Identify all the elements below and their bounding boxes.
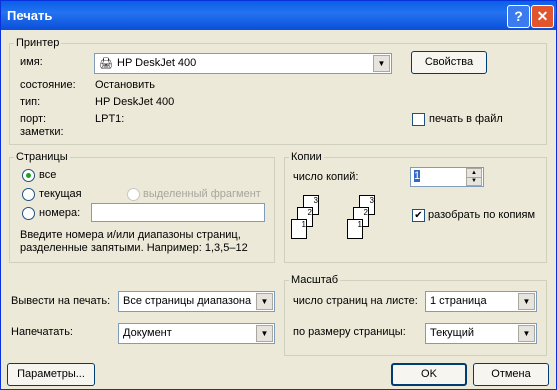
- print-dialog: Печать ? ✕ Принтер имя: 🖨 HP DeskJet 400…: [0, 0, 557, 390]
- window-title: Печать: [7, 8, 53, 23]
- printer-name-value: HP DeskJet 400: [117, 57, 197, 69]
- printer-icon: 🖨: [99, 58, 113, 70]
- ok-button[interactable]: OK: [391, 363, 467, 386]
- print-what-label: Вывести на печать:: [11, 295, 111, 307]
- fit-to-page-label: по размеру страницы:: [293, 326, 406, 338]
- fit-to-page-select[interactable]: Текущий ▼: [425, 323, 537, 344]
- close-button[interactable]: ✕: [531, 5, 554, 28]
- chevron-down-icon[interactable]: ▼: [256, 325, 273, 342]
- pages-hint-line2: разделенные запятыми. Например: 1,3,5–12: [20, 242, 248, 254]
- status-label: состояние:: [20, 79, 76, 91]
- title-bar: Печать ? ✕: [1, 1, 556, 30]
- port-label: порт:: [20, 113, 47, 125]
- print-label: Напечатать:: [11, 326, 73, 338]
- chevron-down-icon[interactable]: ▼: [518, 293, 535, 310]
- properties-button[interactable]: Свойства: [411, 51, 487, 74]
- notes-label: заметки:: [20, 126, 64, 138]
- spin-down-icon[interactable]: ▼: [466, 177, 482, 186]
- radio-numbers[interactable]: [22, 207, 35, 220]
- print-to-file-label: печать в файл: [429, 113, 503, 125]
- print-what-select[interactable]: Все страницы диапазона ▼: [118, 291, 275, 312]
- pages-per-sheet-label: число страниц на листе:: [293, 295, 418, 307]
- copies-legend: Копии: [291, 151, 322, 163]
- cancel-button[interactable]: Отмена: [473, 363, 549, 386]
- radio-current[interactable]: [22, 188, 35, 201]
- collate-label: разобрать по копиям: [428, 209, 536, 221]
- printer-name-label: имя:: [20, 56, 43, 68]
- page-sheet: 1: [347, 219, 363, 239]
- scale-legend: Масштаб: [291, 274, 339, 286]
- type-label: тип:: [20, 96, 41, 108]
- radio-all[interactable]: [22, 169, 35, 182]
- print-what-value: Все страницы диапазона: [123, 295, 252, 307]
- port-value: LPT1:: [95, 113, 125, 125]
- copies-count-value: 1: [414, 170, 421, 182]
- radio-current-label: текущая: [39, 188, 82, 200]
- page-sheet: 1: [291, 219, 307, 239]
- options-button[interactable]: Параметры...: [7, 363, 95, 386]
- status-value: Остановить: [95, 79, 156, 91]
- radio-selection[interactable]: [127, 188, 140, 201]
- chevron-down-icon[interactable]: ▼: [518, 325, 535, 342]
- copies-count-input[interactable]: 1 ▲ ▼: [410, 167, 484, 187]
- pages-per-sheet-value: 1 страница: [430, 295, 487, 307]
- type-value: HP DeskJet 400: [95, 96, 175, 108]
- printer-select[interactable]: 🖨 HP DeskJet 400 ▼: [94, 53, 392, 74]
- chevron-down-icon[interactable]: ▼: [256, 293, 273, 310]
- pages-legend: Страницы: [16, 151, 68, 163]
- radio-numbers-label: номера:: [39, 207, 81, 219]
- radio-selection-label: выделенный фрагмент: [143, 188, 261, 200]
- printer-legend: Принтер: [16, 37, 60, 49]
- pages-hint-line1: Введите номера и/или диапазоны страниц,: [20, 229, 241, 241]
- page-numbers-input[interactable]: [91, 203, 265, 222]
- radio-all-label: все: [39, 169, 57, 181]
- pages-per-sheet-select[interactable]: 1 страница ▼: [425, 291, 537, 312]
- print-value: Документ: [123, 327, 172, 339]
- help-button[interactable]: ?: [507, 5, 530, 28]
- print-select[interactable]: Документ ▼: [118, 323, 275, 344]
- fit-to-page-value: Текущий: [430, 327, 474, 339]
- collate-checkbox[interactable]: ✔: [412, 209, 425, 222]
- copies-count-label: число копий:: [293, 171, 359, 183]
- chevron-down-icon[interactable]: ▼: [373, 55, 390, 72]
- print-to-file-checkbox[interactable]: [412, 113, 425, 126]
